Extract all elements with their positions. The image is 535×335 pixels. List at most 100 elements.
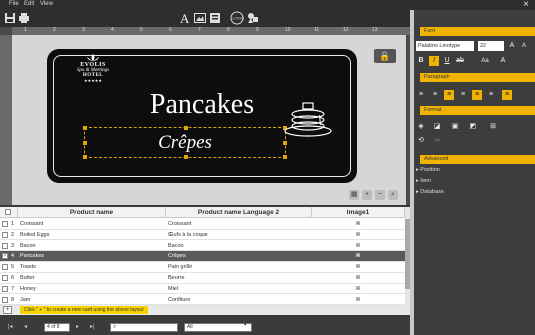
cell-image-thumbnail[interactable]: ⌘ (352, 262, 364, 272)
menu-edit[interactable]: Edit (24, 1, 34, 7)
cell-product-name[interactable]: Butter (20, 273, 164, 283)
cell-product-name-lang2[interactable]: Bacon (168, 241, 310, 251)
table-row[interactable]: ✓ 4 Pancakes Crêpes ⌘ (0, 251, 405, 262)
cell-image-thumbnail[interactable]: ⌘ (352, 284, 364, 294)
align-bottom-icon[interactable]: ≡ (444, 90, 454, 100)
flip-icon[interactable]: ⇋ (432, 136, 442, 146)
cell-product-name[interactable]: Toasts (20, 262, 164, 272)
text-tool-icon[interactable]: A (178, 11, 192, 25)
align-left-icon[interactable]: ≡ (458, 90, 468, 100)
cell-product-name-lang2[interactable]: Beurre (168, 273, 310, 283)
resize-handle[interactable] (83, 126, 87, 130)
justify-icon[interactable]: ≡ (502, 90, 512, 100)
row-checkbox[interactable] (2, 242, 8, 249)
cell-product-name-lang2[interactable]: Pain grillé (168, 262, 310, 272)
strikethrough-button[interactable]: ab (455, 56, 465, 66)
subtitle-selection-box[interactable]: Crêpes (83, 126, 287, 159)
cell-product-name-lang2[interactable]: Miel (168, 284, 310, 294)
align-top-icon[interactable]: ≡ (416, 90, 426, 100)
panel-splitter[interactable] (410, 10, 414, 335)
cell-product-name[interactable]: Honey (20, 284, 164, 294)
cell-image-thumbnail[interactable]: ⌘ (352, 241, 364, 251)
lock-icon[interactable]: 🔒 (374, 49, 396, 63)
zoom-out-icon[interactable]: − (375, 190, 385, 200)
page-indicator[interactable]: 4 of 8 (44, 323, 70, 332)
align-middle-icon[interactable]: ≡ (430, 90, 440, 100)
column-header-product-name-lang2[interactable]: Product name Language 2 (166, 207, 312, 218)
column-header-image1[interactable]: Image1 (312, 207, 405, 218)
resize-handle[interactable] (83, 141, 87, 145)
prev-page-icon[interactable]: ◂ (24, 323, 27, 330)
cell-product-name-lang2[interactable]: Croissant (168, 219, 310, 229)
increase-font-icon[interactable]: A (507, 41, 517, 51)
column-header-product-name[interactable]: Product name (18, 207, 166, 218)
card-subtitle-text[interactable]: Crêpes (85, 132, 285, 154)
cell-product-name[interactable]: Pancakes (20, 251, 164, 261)
row-checkbox[interactable] (2, 296, 8, 303)
cell-product-name[interactable]: Jam (20, 295, 164, 305)
paint-bucket-icon[interactable]: ◪ (432, 122, 442, 132)
cell-product-name-lang2[interactable]: Œufs à la coque (168, 230, 310, 240)
table-row[interactable]: 6 Butter Beurre ⌘ (0, 273, 405, 284)
table-row[interactable]: 3 Bacon Bacon ⌘ (0, 241, 405, 252)
cell-image-thumbnail[interactable]: ⌘ (352, 251, 364, 261)
zoom-reset-icon[interactable]: ⌕ (388, 190, 398, 200)
resize-handle[interactable] (184, 126, 188, 130)
cell-product-name-lang2[interactable]: Crêpes (168, 251, 310, 261)
decrease-font-icon[interactable]: A (519, 41, 529, 51)
advanced-position-item[interactable]: ▸ Position (416, 167, 440, 173)
last-page-icon[interactable]: ▸| (90, 323, 95, 330)
row-checkbox[interactable] (2, 285, 8, 292)
row-checkbox[interactable] (2, 231, 8, 238)
cell-image-thumbnail[interactable]: ⌘ (352, 295, 364, 305)
fit-page-icon[interactable]: ▦ (349, 190, 359, 200)
print-icon[interactable] (18, 12, 30, 24)
rotate-icon[interactable]: ⟲ (416, 136, 426, 146)
logo-tool-icon[interactable]: LOGO (230, 11, 244, 25)
shapes-tool-icon[interactable] (247, 12, 259, 24)
next-page-icon[interactable]: ▸ (76, 323, 79, 330)
save-icon[interactable] (4, 12, 16, 24)
frame-icon[interactable]: ▣ (450, 122, 460, 132)
advanced-section-header[interactable]: Advanced (420, 155, 535, 164)
row-checkbox[interactable] (2, 221, 8, 227)
cell-product-name-lang2[interactable]: Confiture (168, 295, 310, 305)
chevron-down-icon[interactable]: ▾ (244, 322, 247, 328)
row-checkbox[interactable] (2, 264, 8, 271)
advanced-database-item[interactable]: ▸ Database (416, 189, 444, 195)
cell-image-thumbnail[interactable]: ⌘ (352, 230, 364, 240)
cell-image-thumbnail[interactable]: ⌘ (352, 219, 364, 229)
case-button[interactable]: Aa (480, 56, 490, 66)
row-checkbox[interactable] (2, 275, 8, 281)
table-row[interactable]: 8 Jam Confiture ⌘ (0, 295, 405, 306)
resize-handle[interactable] (283, 155, 287, 159)
resize-handle[interactable] (283, 141, 287, 145)
resize-handle[interactable] (184, 155, 188, 159)
shadow-icon[interactable]: ◩ (468, 122, 478, 132)
cell-product-name[interactable]: Croissant (20, 219, 164, 229)
resize-handle[interactable] (83, 155, 87, 159)
table-row[interactable]: 2 Boiled Eggs Œufs à la coque ⌘ (0, 230, 405, 241)
format-section-header[interactable]: Format (420, 106, 535, 115)
row-checkbox[interactable]: ✓ (2, 253, 8, 260)
zoom-in-icon[interactable]: + (362, 190, 372, 200)
table-row[interactable]: 5 Toasts Pain grillé ⌘ (0, 262, 405, 273)
card-canvas[interactable]: EVOLIS Spa & Meetings HOTEL ★★★★★ Pancak… (12, 35, 406, 205)
menu-file[interactable]: File (9, 1, 19, 7)
add-card-button[interactable]: + (3, 306, 12, 314)
menu-view[interactable]: View (40, 1, 53, 7)
table-row[interactable]: 1 Croissant Croissant ⌘ (0, 219, 405, 230)
card-preview[interactable]: EVOLIS Spa & Meetings HOTEL ★★★★★ Pancak… (47, 49, 357, 183)
fill-color-icon[interactable]: ◈ (416, 122, 426, 132)
underline-button[interactable]: U (442, 56, 452, 66)
align-center-icon[interactable]: ≡ (472, 90, 482, 100)
text-color-icon[interactable]: A (498, 56, 508, 66)
paragraph-section-header[interactable]: Paragraph (420, 73, 535, 82)
cell-image-thumbnail[interactable]: ⌘ (352, 273, 364, 283)
pancake-stack-icon[interactable] (283, 99, 333, 137)
arrange-icon[interactable]: ⊞ (488, 122, 498, 132)
hotel-logo[interactable]: EVOLIS Spa & Meetings HOTEL ★★★★★ (63, 54, 123, 83)
image-tool-icon[interactable] (194, 12, 206, 24)
align-right-icon[interactable]: ≡ (486, 90, 496, 100)
italic-button[interactable]: I (429, 56, 439, 66)
